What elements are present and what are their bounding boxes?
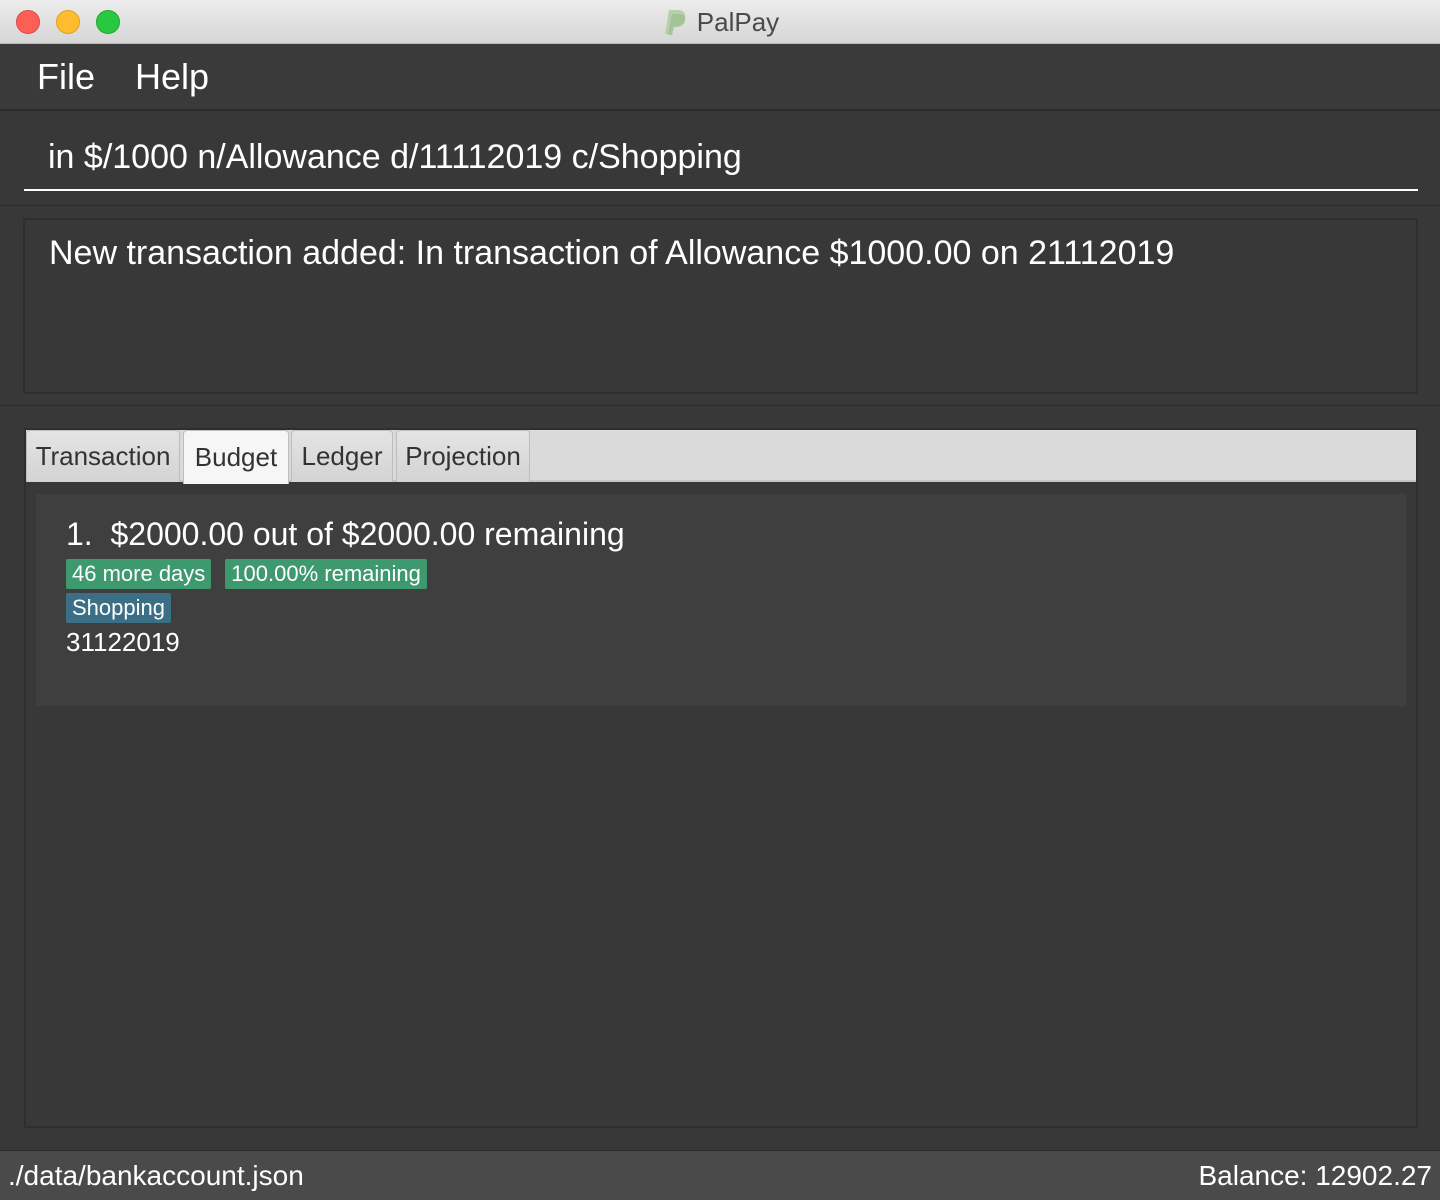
budget-list-item[interactable]: 1. $2000.00 out of $2000.00 remaining 46… <box>36 494 1406 706</box>
budget-card: 1. $2000.00 out of $2000.00 remaining 46… <box>66 516 625 658</box>
title-wrap: PalPay <box>0 0 1440 44</box>
budget-deadline: 31122019 <box>66 627 180 657</box>
status-bar: ./data/bankaccount.json Balance: 12902.2… <box>0 1150 1440 1200</box>
window-title: PalPay <box>696 6 780 37</box>
budget-index: 1. <box>66 516 93 552</box>
budget-tags: 46 more days 100.00% remaining <box>66 559 625 589</box>
percent-remaining-badge: 100.00% remaining <box>225 559 427 589</box>
palpay-logo-icon <box>664 10 686 35</box>
result-display-area: New transaction added: In transaction of… <box>0 206 1440 406</box>
category-row: Shopping <box>66 593 625 623</box>
category-badge: Shopping <box>66 593 171 623</box>
tab-budget[interactable]: Budget <box>183 430 289 484</box>
budget-summary-line: 1. $2000.00 out of $2000.00 remaining <box>66 516 625 553</box>
menu-file[interactable]: File <box>37 56 95 98</box>
title-bar: PalPay <box>0 0 1440 44</box>
tab-transaction[interactable]: Transaction <box>26 430 180 482</box>
command-input[interactable] <box>24 125 1418 191</box>
result-message: New transaction added: In transaction of… <box>49 234 1175 272</box>
balance-display: Balance: 12902.27 <box>1198 1159 1432 1191</box>
result-display: New transaction added: In transaction of… <box>23 218 1418 394</box>
tab-projection[interactable]: Projection <box>396 430 530 482</box>
days-remaining-badge: 46 more days <box>66 559 212 589</box>
menu-help[interactable]: Help <box>135 56 209 98</box>
app-window: PalPay File Help New transaction added: … <box>0 0 1440 1200</box>
tab-header: Transaction Budget Ledger Projection <box>26 430 1416 484</box>
tab-ledger[interactable]: Ledger <box>291 430 393 482</box>
tab-pane: Transaction Budget Ledger Projection 1. … <box>24 428 1418 1128</box>
tab-area: Transaction Budget Ledger Projection 1. … <box>0 406 1440 1150</box>
menu-bar: File Help <box>0 44 1440 110</box>
command-box-area <box>0 110 1440 206</box>
data-file-path: ./data/bankaccount.json <box>8 1159 304 1191</box>
budget-summary: $2000.00 out of $2000.00 remaining <box>110 516 625 552</box>
